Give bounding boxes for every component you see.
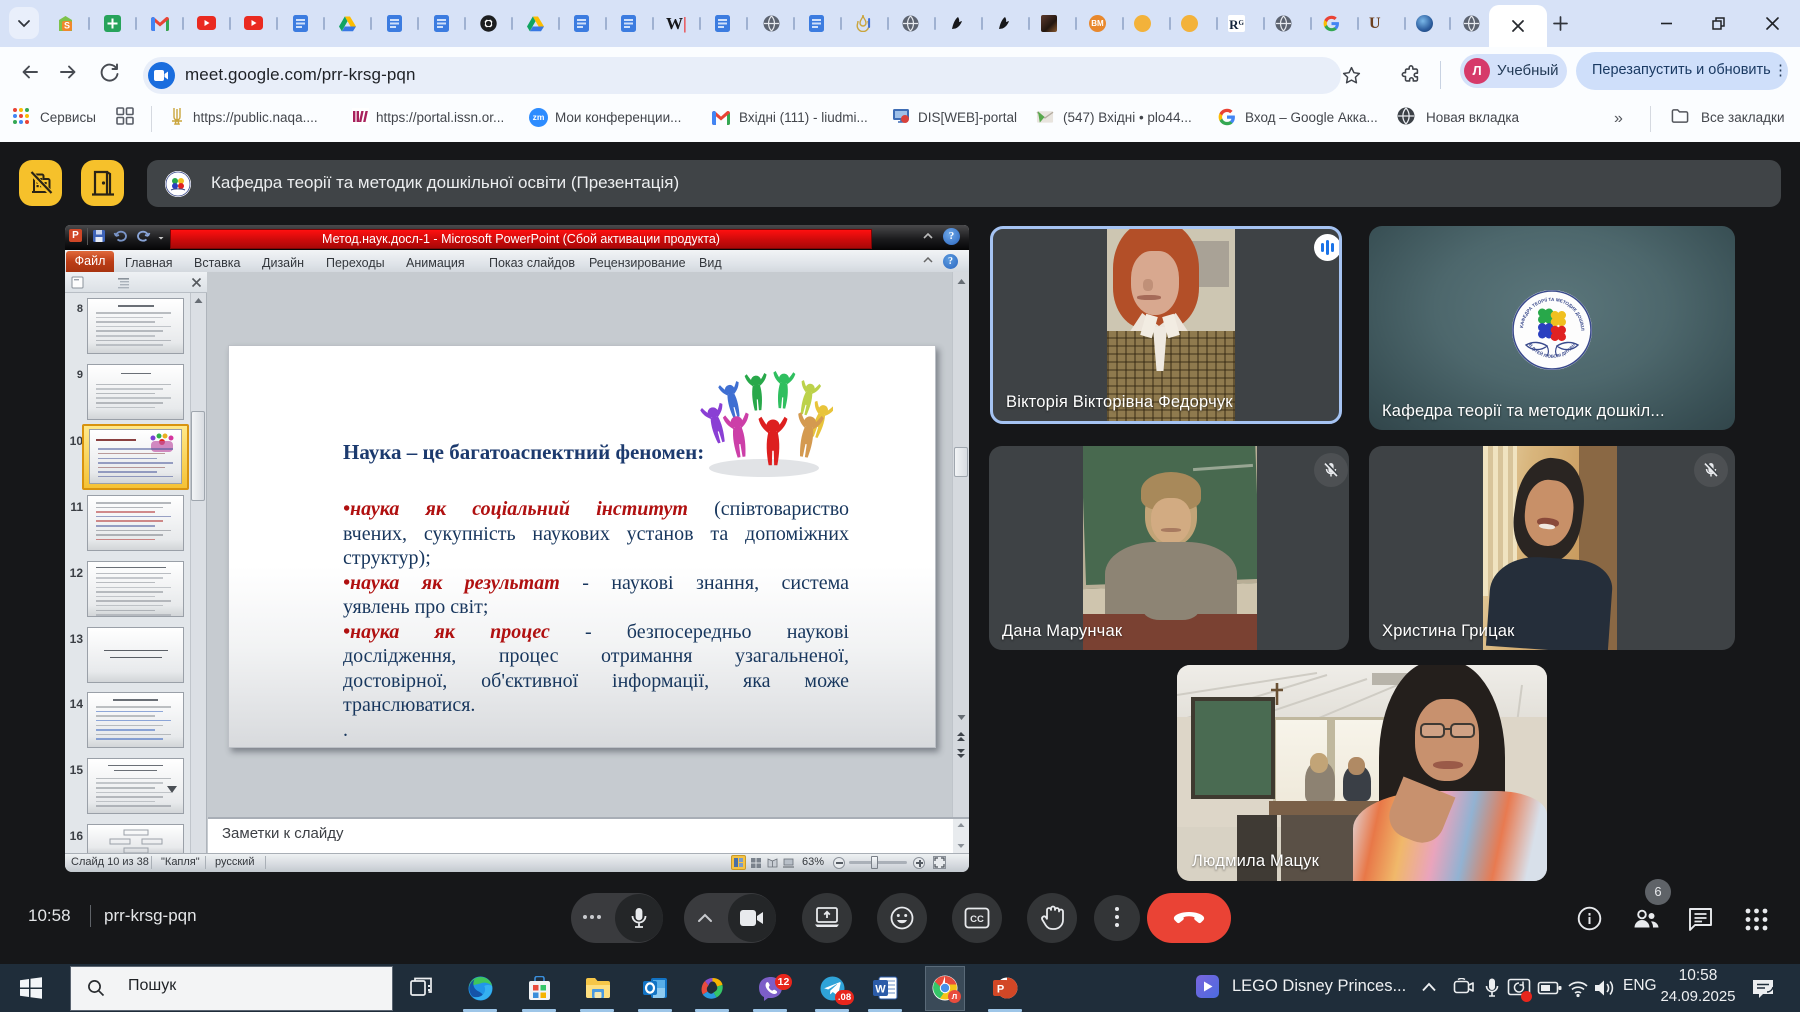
- svg-text:P: P: [997, 984, 1004, 996]
- svg-text:S: S: [64, 21, 70, 31]
- svg-text:CC: CC: [970, 914, 984, 925]
- svg-text:W: W: [875, 984, 886, 996]
